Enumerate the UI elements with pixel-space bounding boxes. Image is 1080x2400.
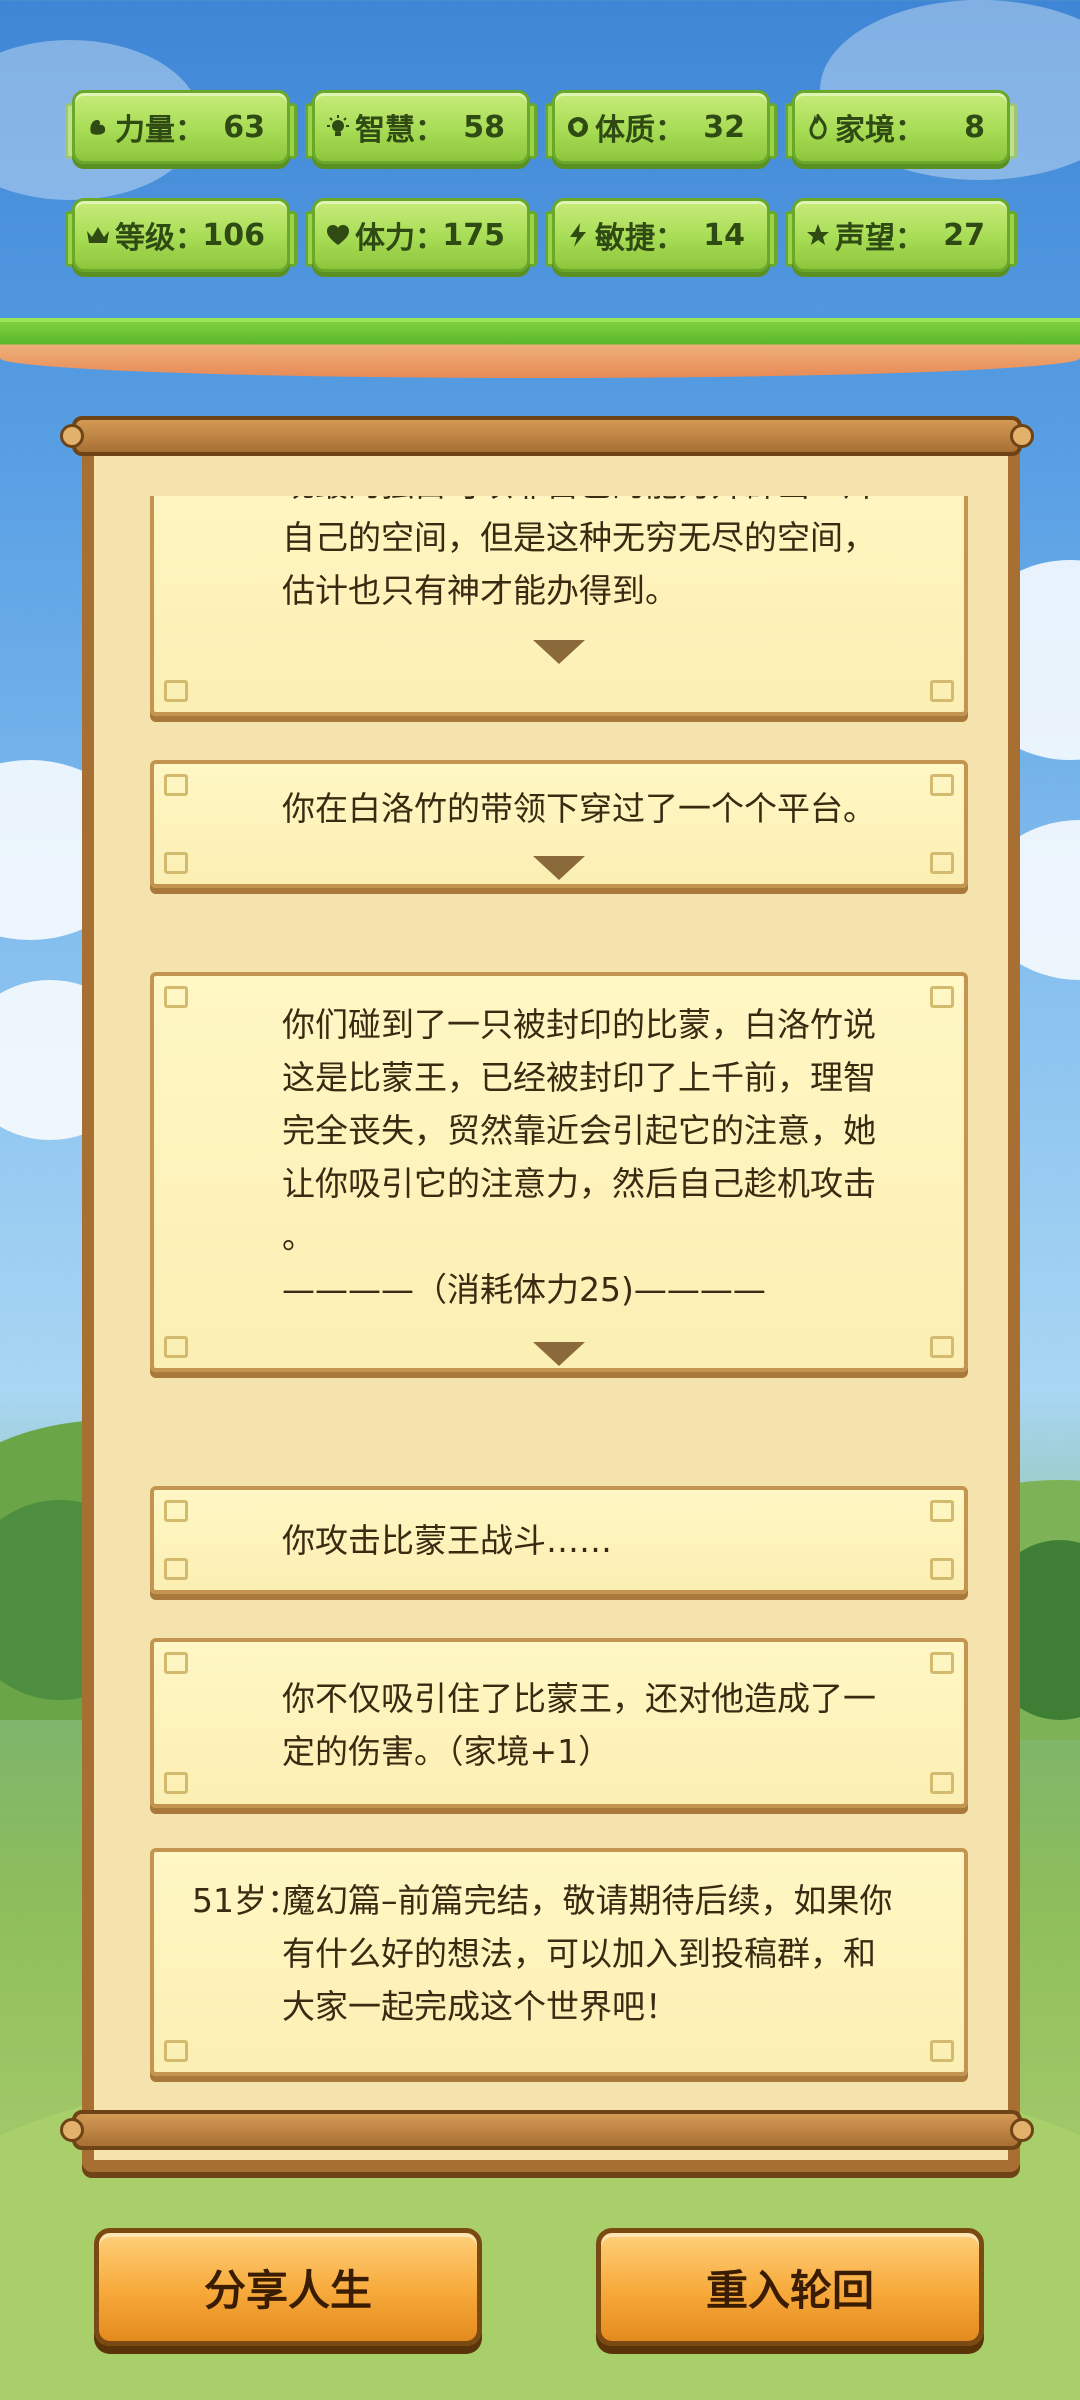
story-line: 让你吸引它的注意力，然后自己趁机攻击 <box>282 1164 876 1203</box>
stat-stamina: 体力： 175 <box>305 198 537 272</box>
story-line: 你攻击比蒙王战斗…… <box>282 1521 612 1560</box>
card-ornament <box>164 852 188 874</box>
stat-strength: 力量： 63 <box>65 90 297 164</box>
expand-arrow-icon[interactable] <box>533 856 585 880</box>
stat-reputation: 声望： 27 <box>785 198 1017 272</box>
star-icon <box>805 222 831 248</box>
stat-level: 等级： 106 <box>65 198 297 272</box>
grass-divider <box>0 318 1080 378</box>
story-text: 你在白洛竹的带领下穿过了一个个平台。 <box>282 782 928 835</box>
card-ornament <box>930 852 954 874</box>
story-line: 你不仅吸引住了比蒙王，还对他造成了一 <box>282 1679 876 1718</box>
bulb-icon <box>325 114 351 140</box>
muscle-icon <box>85 114 111 140</box>
card-ornament <box>164 680 188 702</box>
story-line: 现最的独白可以靠自己的能力开辟出一片 <box>282 496 928 511</box>
story-card: 你攻击比蒙王战斗…… <box>150 1486 968 1594</box>
crown-icon <box>85 222 111 248</box>
expand-arrow-icon[interactable] <box>533 640 585 664</box>
card-ornament <box>164 1558 188 1580</box>
story-text: 现最的独白可以靠自己的能力开辟出一片 自己的空间，但是这种无穷无尽的空间， 估计… <box>282 496 928 617</box>
expand-arrow-icon[interactable] <box>533 1342 585 1366</box>
story-line: 你们碰到了一只被封印的比蒙，白洛竹说 <box>282 1005 876 1044</box>
fire-icon <box>805 114 831 140</box>
reincarnate-button[interactable]: 重入轮回 <box>596 2228 984 2346</box>
story-card: 你在白洛竹的带领下穿过了一个个平台。 <box>150 760 968 888</box>
story-line: 魔幻篇–前篇完结，敬请期待后续，如果你 <box>282 1881 893 1920</box>
story-text: 你们碰到了一只被封印的比蒙，白洛竹说 这是比蒙王，已经被封印了上千前，理智 完全… <box>282 998 928 1316</box>
shield-icon <box>565 114 591 140</box>
scroll-knob <box>60 2118 84 2142</box>
card-ornament <box>164 1336 188 1358</box>
card-ornament <box>930 1652 954 1674</box>
stat-value: 8 <box>964 109 985 145</box>
story-line: 大家一起完成这个世界吧！ <box>282 1987 678 2026</box>
stat-constitution: 体质： 32 <box>545 90 777 164</box>
card-ornament <box>930 1772 954 1794</box>
stat-label: 智慧： <box>355 113 445 148</box>
stat-label: 体质： <box>595 113 685 148</box>
story-card: 51岁： 魔幻篇–前篇完结，敬请期待后续，如果你 有什么好的想法，可以加入到投稿… <box>150 1848 968 2076</box>
story-card: 你们碰到了一只被封印的比蒙，白洛竹说 这是比蒙王，已经被封印了上千前，理智 完全… <box>150 972 968 1372</box>
story-line: 估计也只有神才能办得到。 <box>282 571 678 610</box>
story-line: 你在白洛竹的带领下穿过了一个个平台。 <box>282 789 876 828</box>
stat-value: 27 <box>943 217 985 253</box>
stat-value: 14 <box>703 217 745 253</box>
stat-value: 63 <box>223 109 265 145</box>
card-ornament <box>930 1558 954 1580</box>
scroll-knob <box>1010 2118 1034 2142</box>
story-line: 。 <box>282 1217 315 1256</box>
card-ornament <box>930 1336 954 1358</box>
card-ornament <box>164 986 188 1008</box>
card-ornament <box>930 680 954 702</box>
stat-label: 力量： <box>115 113 205 148</box>
story-list[interactable]: 现最的独白可以靠自己的能力开辟出一片 自己的空间，但是这种无穷无尽的空间， 估计… <box>120 496 980 2096</box>
scroll-rod-bottom <box>60 2110 1034 2150</box>
story-text: 你攻击比蒙王战斗…… <box>282 1514 928 1567</box>
story-line: 自己的空间，但是这种无穷无尽的空间， <box>282 518 876 557</box>
story-text: 你不仅吸引住了比蒙王，还对他造成了一 定的伤害。（家境+1） <box>282 1672 928 1778</box>
story-line: 这是比蒙王，已经被封印了上千前，理智 <box>282 1058 876 1097</box>
card-ornament <box>930 1500 954 1522</box>
story-line: 有什么好的想法，可以加入到投稿群，和 <box>282 1934 876 1973</box>
scroll-rod-top <box>60 416 1034 456</box>
card-ornament <box>164 1772 188 1794</box>
stat-label: 等级： <box>115 221 205 256</box>
card-ornament <box>930 2040 954 2062</box>
stat-family: 家境： 8 <box>785 90 1017 164</box>
card-ornament <box>164 1500 188 1522</box>
card-ornament <box>164 2040 188 2062</box>
stat-label: 家境： <box>835 113 925 148</box>
share-life-button[interactable]: 分享人生 <box>94 2228 482 2346</box>
story-card: 现最的独白可以靠自己的能力开辟出一片 自己的空间，但是这种无穷无尽的空间， 估计… <box>150 496 968 716</box>
card-ornament <box>930 986 954 1008</box>
scroll-knob <box>1010 424 1034 448</box>
stat-value: 106 <box>202 217 265 253</box>
cost-line: ————（消耗体力25)———— <box>282 1270 766 1309</box>
stat-panel: 力量： 63 智慧： 58 体质： 32 家境： 8 等级： 106 体力： 1 <box>0 0 1080 378</box>
heart-icon <box>325 222 351 248</box>
card-ornament <box>164 1652 188 1674</box>
stat-value: 175 <box>442 217 505 253</box>
stat-agility: 敏捷： 14 <box>545 198 777 272</box>
stat-label: 声望： <box>835 221 925 256</box>
card-ornament <box>164 774 188 796</box>
lightning-icon <box>565 222 591 248</box>
stat-label: 敏捷： <box>595 221 685 256</box>
scroll-knob <box>60 424 84 448</box>
story-line: 完全丧失，贸然靠近会引起它的注意，她 <box>282 1111 876 1150</box>
story-text: 魔幻篇–前篇完结，敬请期待后续，如果你 有什么好的想法，可以加入到投稿群，和 大… <box>282 1874 928 2033</box>
card-ornament <box>930 774 954 796</box>
story-line: 定的伤害。（家境+1） <box>282 1732 612 1771</box>
story-card: 你不仅吸引住了比蒙王，还对他造成了一 定的伤害。（家境+1） <box>150 1638 968 1808</box>
stat-value: 32 <box>703 109 745 145</box>
stat-label: 体力： <box>355 221 445 256</box>
stat-value: 58 <box>463 109 505 145</box>
stat-wisdom: 智慧： 58 <box>305 90 537 164</box>
